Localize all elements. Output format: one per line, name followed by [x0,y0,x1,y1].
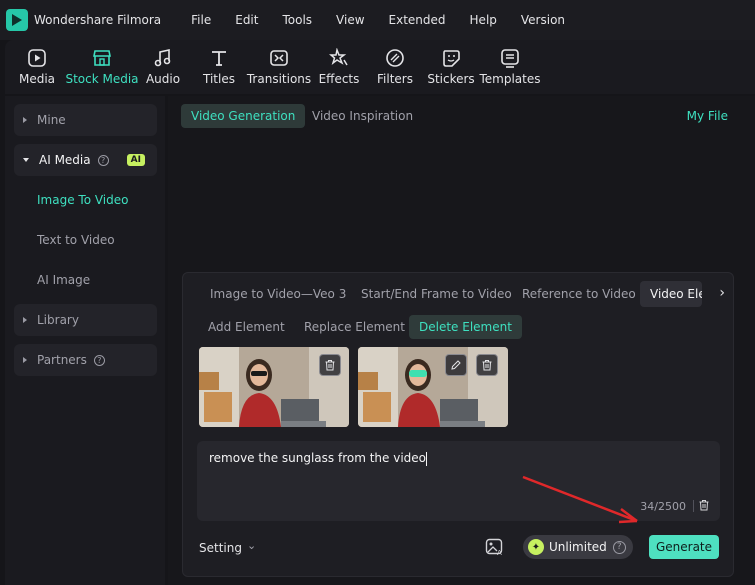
text-cursor [426,451,428,466]
divider [693,500,694,512]
help-icon[interactable]: ? [612,540,626,554]
edit-thumbnail-button[interactable] [445,354,467,376]
generate-button[interactable]: Generate [649,535,719,559]
tab-image-to-video-veo3[interactable]: Image to Video—Veo 3 [200,281,356,307]
app-title: Wondershare Filmora [34,13,162,27]
sidebar: Mine AI Media ? AI Image To Video Text t… [5,96,165,585]
toolbar-templates[interactable]: Templates [479,40,541,94]
ai-badge: AI [126,154,145,166]
menu-version[interactable]: Version [521,13,565,27]
character-counter: 34/2500 [640,500,686,513]
image-ai-icon[interactable]: A [485,538,505,559]
toolbar-stickers[interactable]: Stickers [423,40,479,94]
annotation-arrow-icon [522,475,638,524]
media-icon [26,47,48,69]
caret-right-icon [23,357,27,363]
setting-dropdown[interactable]: Setting [199,541,242,555]
sidebar-item-text-to-video[interactable]: Text to Video [37,233,115,247]
sidebar-item-mine[interactable]: Mine [14,104,157,136]
menu-bar: File Edit Tools View Extended Help Versi… [191,13,589,27]
chevron-right-icon[interactable]: › [719,285,725,301]
toolbar-filters[interactable]: Filters [367,40,423,94]
tab-video-generation[interactable]: Video Generation [181,104,306,128]
tab-video-elements[interactable]: Video Elements [640,281,702,307]
unlimited-credits-pill[interactable]: ✦ Unlimited ? [523,535,633,559]
caret-right-icon [23,117,27,123]
music-note-icon [152,47,174,69]
menu-extended[interactable]: Extended [389,13,446,27]
element-mask-thumbnail[interactable] [358,347,508,427]
prompt-text: remove the sunglass from the video [209,451,427,465]
menu-file[interactable]: File [191,13,211,27]
tab-reference-to-video[interactable]: Reference to Video [512,281,646,307]
sidebar-item-library[interactable]: Library [14,304,157,336]
delete-thumbnail-button[interactable] [319,354,341,376]
media-toolbar: Media Stock Media Audio Titles Transitio… [5,40,755,94]
toolbar-audio[interactable]: Audio [135,40,191,94]
caret-down-icon [23,158,29,162]
stickers-icon [440,47,462,69]
toolbar-effects[interactable]: Effects [311,40,367,94]
chevron-down-icon[interactable]: ⌄ [247,539,256,552]
menu-edit[interactable]: Edit [235,13,258,27]
text-icon [208,47,230,69]
toolbar-titles[interactable]: Titles [191,40,247,94]
title-bar: Wondershare Filmora File Edit Tools View… [0,0,755,40]
tab-start-end-frame[interactable]: Start/End Frame to Video [351,281,522,307]
sidebar-item-ai-image[interactable]: AI Image [37,273,90,287]
menu-help[interactable]: Help [470,13,497,27]
toolbar-stock-media[interactable]: Stock Media [65,40,139,94]
menu-tools[interactable]: Tools [282,13,312,27]
caret-right-icon [23,317,27,323]
delete-thumbnail-button[interactable] [476,354,498,376]
effects-icon [328,47,350,69]
transitions-icon [268,47,290,69]
subtab-replace-element[interactable]: Replace Element [294,315,415,339]
sidebar-item-partners[interactable]: Partners ? [14,344,157,376]
help-icon[interactable]: ? [93,354,105,366]
filters-icon [384,47,406,69]
source-video-thumbnail[interactable] [199,347,349,427]
sparkle-icon: ✦ [528,539,544,555]
subtab-delete-element[interactable]: Delete Element [409,315,522,339]
stock-media-icon [91,47,113,69]
menu-view[interactable]: View [336,13,364,27]
sidebar-item-image-to-video[interactable]: Image To Video [37,193,128,207]
svg-text:A: A [497,549,502,556]
video-elements-panel: Image to Video—Veo 3 Start/End Frame to … [182,272,734,577]
sidebar-item-ai-media[interactable]: AI Media ? AI [14,144,157,176]
toolbar-media[interactable]: Media [5,40,69,94]
templates-icon [499,47,521,69]
clear-prompt-icon[interactable] [698,499,710,514]
main-area: Video Generation Video Inspiration My Fi… [168,96,755,585]
toolbar-transitions[interactable]: Transitions [247,40,311,94]
help-icon[interactable]: ? [97,154,109,166]
tab-video-inspiration[interactable]: Video Inspiration [302,104,423,128]
my-file-link[interactable]: My File [687,109,728,123]
filmora-logo-icon [6,9,28,31]
subtab-add-element[interactable]: Add Element [198,315,295,339]
